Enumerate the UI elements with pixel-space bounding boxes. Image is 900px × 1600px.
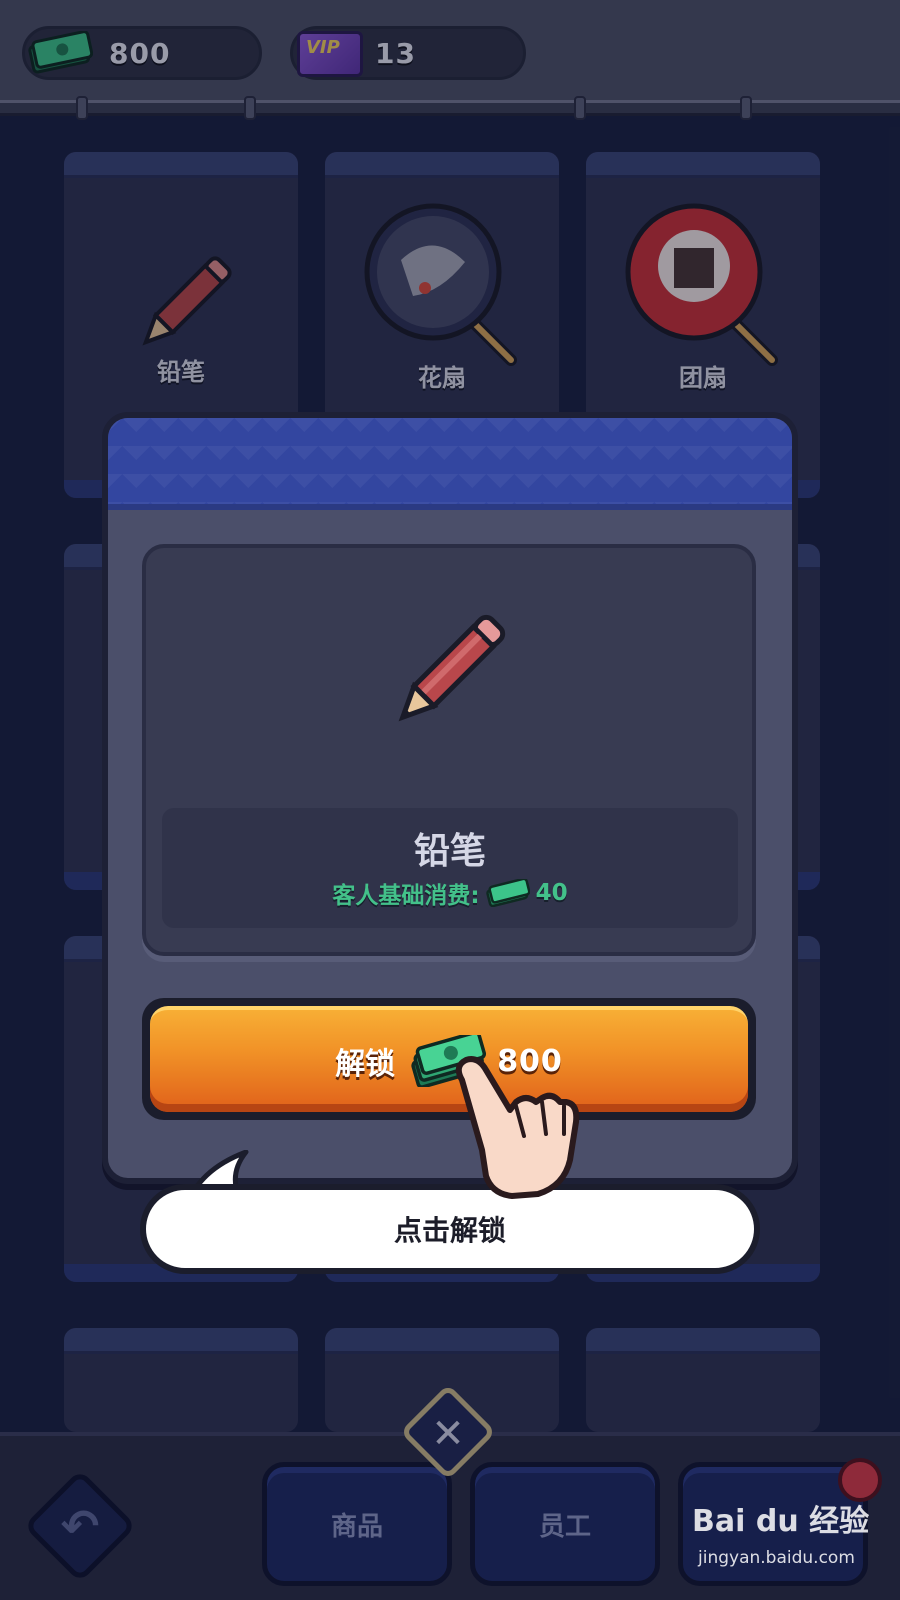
- speech-bubble-tail-cover: [178, 1206, 258, 1228]
- unlock-label: 解锁: [335, 1047, 396, 1082]
- item-info-panel: 铅笔 客人基础消费: 40: [162, 808, 738, 928]
- unlock-button[interactable]: 解锁 800: [142, 998, 756, 1120]
- baidu-watermark: Bai du 经验 jingyan.baidu.com: [692, 1496, 888, 1586]
- dialog-header: [108, 418, 792, 510]
- item-preview-panel: 铅笔 客人基础消费: 40: [142, 544, 756, 956]
- hint-text: 点击解锁: [393, 1214, 506, 1247]
- pointing-hand-icon: [455, 1056, 580, 1199]
- watermark-url: jingyan.baidu.com: [698, 1548, 855, 1568]
- cash-icon: [485, 879, 530, 907]
- base-spend-value: 40: [535, 880, 568, 906]
- base-spend-row: 客人基础消费: 40: [162, 876, 738, 910]
- pencil-icon: [398, 614, 506, 722]
- item-name: 铅笔: [413, 831, 486, 872]
- unlock-dialog: 铅笔 客人基础消费: 40 解锁 800: [102, 412, 798, 1184]
- base-spend-label: 客人基础消费:: [332, 883, 480, 909]
- unlock-button-face: 解锁 800: [150, 1006, 748, 1112]
- watermark-logo: Bai du 经验: [692, 1504, 870, 1539]
